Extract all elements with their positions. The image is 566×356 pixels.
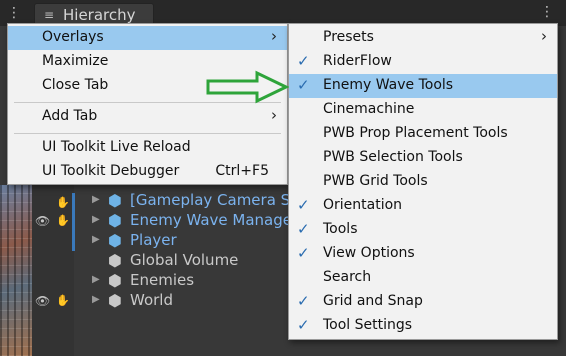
checkmark-icon: ✓: [297, 76, 310, 94]
menu-item-label: Tool Settings: [323, 317, 413, 333]
expand-arrow-icon[interactable]: ▶: [92, 274, 100, 285]
menu-item-label: Orientation: [323, 197, 403, 213]
expand-arrow-icon[interactable]: ▶: [92, 194, 100, 205]
checkmark-icon: ✓: [297, 244, 310, 262]
checkmark-icon: ✓: [297, 316, 310, 334]
gameobject-cube-icon: ⬢: [108, 251, 122, 270]
visibility-eye-icon[interactable]: 👁: [35, 214, 50, 228]
menu-item-pwb-prop-placement-tools[interactable]: PWB Prop Placement Tools: [289, 122, 557, 146]
hierarchy-row[interactable]: ▶ ⬢ [Gameplay Camera Sy: [74, 191, 299, 211]
menu-item-pwb-grid-tools[interactable]: PWB Grid Tools: [289, 170, 557, 194]
menu-item-label: Add Tab: [42, 108, 98, 124]
menu-item-riderflow[interactable]: ✓ RiderFlow: [289, 50, 557, 74]
hierarchy-list-icon: ≡: [44, 8, 55, 22]
panel-more-icon[interactable]: ⋮: [540, 4, 554, 20]
menu-item-label: Enemy Wave Tools: [323, 77, 454, 93]
menu-item-label: PWB Grid Tools: [323, 173, 428, 189]
menu-item-label: UI Toolkit Debugger: [42, 163, 180, 179]
menu-item-grid-and-snap[interactable]: ✓ Grid and Snap: [289, 290, 557, 314]
checkmark-icon: ✓: [297, 52, 310, 70]
menu-item-overlays[interactable]: Overlays ›: [8, 26, 287, 50]
expand-arrow-icon[interactable]: ▶: [92, 214, 100, 225]
menu-item-label: PWB Prop Placement Tools: [323, 125, 508, 141]
hierarchy-row-label: [Gameplay Camera Sy: [130, 191, 300, 209]
menu-item-label: PWB Selection Tools: [323, 149, 463, 165]
menu-item-label: Maximize: [42, 53, 109, 69]
hierarchy-row[interactable]: ▶ ⬢ Player: [74, 231, 288, 251]
menu-item-shortcut: Ctrl+F5: [215, 163, 269, 179]
checkmark-icon: ✓: [297, 292, 310, 310]
hierarchy-row-label: Enemy Wave Manage: [130, 211, 292, 229]
checkmark-icon: ✓: [297, 220, 310, 238]
scene-view-strip: [0, 185, 32, 356]
pick-toggle-icon[interactable]: ✋: [56, 214, 70, 227]
hierarchy-row-label: World: [130, 291, 173, 309]
expand-arrow-icon[interactable]: ▶: [92, 294, 100, 305]
submenu-arrow-icon: ›: [271, 27, 277, 45]
expand-arrow-icon[interactable]: ▶: [92, 234, 100, 245]
menu-item-enemy-wave-tools[interactable]: ✓ Enemy Wave Tools: [289, 74, 557, 98]
menu-item-pwb-selection-tools[interactable]: PWB Selection Tools: [289, 146, 557, 170]
tab-label: Hierarchy: [63, 6, 136, 24]
submenu-arrow-icon: ›: [271, 106, 277, 124]
hierarchy-row-label: Enemies: [130, 271, 195, 289]
annotation-arrow-icon: [206, 70, 289, 104]
menu-item-view-options[interactable]: ✓ View Options: [289, 242, 557, 266]
pick-toggle-icon[interactable]: ✋: [56, 294, 70, 307]
hierarchy-row-label: Player: [130, 231, 177, 249]
gameobject-cube-icon: ⬢: [108, 271, 122, 290]
menu-item-presets[interactable]: Presets ›: [289, 26, 557, 50]
menu-item-label: Search: [323, 269, 372, 285]
hierarchy-row[interactable]: ▶ ⬢ Enemies: [74, 271, 288, 291]
gameobject-cube-icon: ⬢: [108, 231, 122, 250]
submenu-arrow-icon: ›: [541, 27, 547, 45]
menu-item-ui-toolkit-debugger[interactable]: UI Toolkit Debugger Ctrl+F5: [8, 160, 287, 184]
checkmark-icon: ✓: [297, 196, 310, 214]
menu-item-label: Close Tab: [42, 77, 109, 93]
menu-item-add-tab[interactable]: Add Tab ›: [8, 105, 287, 129]
menu-item-label: Tools: [323, 221, 358, 237]
tab-options-icon[interactable]: ⋮: [7, 4, 21, 22]
menu-separator: [14, 133, 281, 134]
menu-item-label: Overlays: [42, 29, 104, 45]
gameobject-cube-icon: ⬢: [108, 291, 122, 310]
menu-item-tools[interactable]: ✓ Tools: [289, 218, 557, 242]
menu-item-search[interactable]: Search: [289, 266, 557, 290]
gameobject-cube-icon: ⬢: [108, 211, 122, 230]
pick-toggle-icon[interactable]: ✋: [56, 196, 70, 209]
menu-item-label: UI Toolkit Live Reload: [42, 139, 191, 155]
hierarchy-row[interactable]: ▶ ⬢ Enemy Wave Manage: [74, 211, 292, 231]
menu-item-label: Grid and Snap: [323, 293, 423, 309]
tab-context-menu: Overlays › Maximize Close Tab Add Tab › …: [7, 23, 288, 185]
menu-item-tool-settings[interactable]: ✓ Tool Settings: [289, 314, 557, 338]
menu-item-label: RiderFlow: [323, 53, 392, 69]
overlays-submenu: Presets › ✓ RiderFlow ✓ Enemy Wave Tools…: [288, 23, 558, 340]
menu-item-label: Presets: [323, 29, 374, 45]
visibility-eye-icon[interactable]: 👁: [35, 294, 50, 308]
hierarchy-row[interactable]: ⬢ Global Volume: [74, 251, 288, 271]
gameobject-cube-icon: ⬢: [108, 191, 122, 210]
menu-item-label: View Options: [323, 245, 415, 261]
hierarchy-row[interactable]: ▶ ⬢ World: [74, 291, 288, 311]
menu-item-label: Cinemachine: [323, 101, 415, 117]
menu-item-orientation[interactable]: ✓ Orientation: [289, 194, 557, 218]
visibility-gutter: [32, 185, 74, 356]
menu-item-ui-toolkit-live-reload[interactable]: UI Toolkit Live Reload: [8, 136, 287, 160]
menu-item-cinemachine[interactable]: Cinemachine: [289, 98, 557, 122]
hierarchy-row-label: Global Volume: [130, 251, 239, 269]
